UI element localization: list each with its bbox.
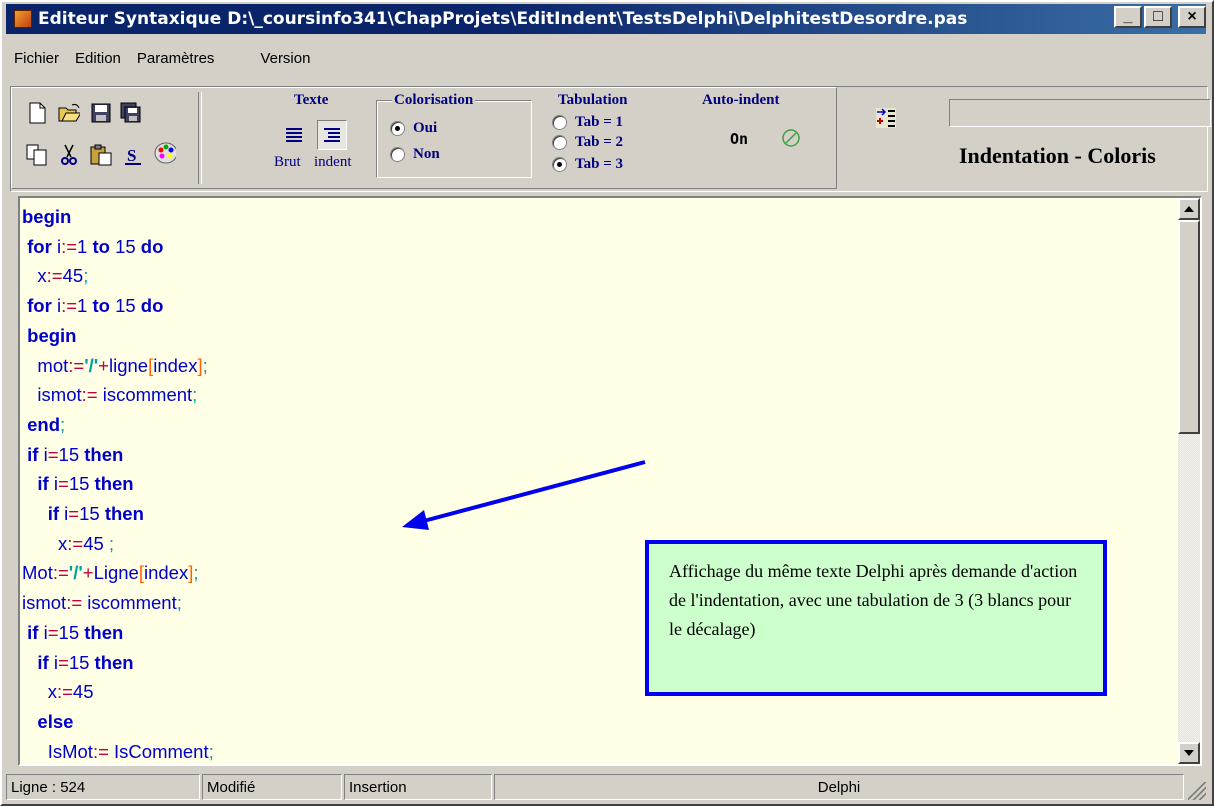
- info-field[interactable]: [949, 99, 1211, 127]
- copy-icon[interactable]: [26, 144, 48, 166]
- tabulation-label: Tabulation: [558, 92, 628, 108]
- code-line: if i=15 then: [37, 651, 134, 673]
- open-folder-icon[interactable]: [58, 102, 80, 124]
- code-line: x:=45;: [37, 265, 89, 287]
- code-line: if i=15 then: [27, 621, 124, 643]
- new-file-icon[interactable]: [26, 102, 48, 124]
- brut-label: Brut: [274, 154, 301, 170]
- window-title: Editeur Syntaxique D:\_coursinfo341\Chap…: [38, 9, 968, 29]
- indent-button[interactable]: [317, 120, 347, 150]
- scroll-down-button[interactable]: [1178, 742, 1200, 764]
- status-modified: Modifié: [202, 774, 342, 800]
- close-button[interactable]: ×: [1178, 6, 1206, 28]
- app-window: Editeur Syntaxique D:\_coursinfo341\Chap…: [0, 0, 1214, 806]
- tab-1-radio[interactable]: Tab = 1: [552, 114, 623, 131]
- title-bar[interactable]: Editeur Syntaxique D:\_coursinfo341\Chap…: [6, 4, 1206, 34]
- menu-bar: Fichier Edition Paramètres Version: [6, 36, 318, 80]
- strikethrough-s-icon[interactable]: S: [122, 144, 144, 166]
- callout-arrow-icon: [402, 460, 646, 530]
- code-line: ismot:= iscomment;: [22, 592, 182, 614]
- radio-oui-indicator: [390, 121, 405, 136]
- separator: [198, 92, 202, 184]
- radio-tab2-indicator: [552, 135, 567, 150]
- status-language: Delphi: [494, 774, 1184, 800]
- texte-label: Texte: [294, 92, 329, 108]
- align-brut-icon: [286, 128, 302, 142]
- tab-3-radio[interactable]: Tab = 3: [552, 156, 623, 173]
- indent-label: indent: [314, 154, 352, 170]
- code-line: IsMot:= IsComment;: [47, 740, 214, 762]
- minimize-button[interactable]: _: [1114, 6, 1142, 28]
- code-line: end;: [27, 413, 66, 435]
- menu-version[interactable]: Version: [252, 50, 318, 67]
- code-line: begin: [27, 324, 77, 346]
- code-line: begin: [22, 206, 72, 227]
- menu-edition[interactable]: Edition: [67, 50, 129, 67]
- resize-grip-icon[interactable]: [1188, 782, 1206, 800]
- radio-non-indicator: [390, 147, 405, 162]
- toolbar: S Texte Brut indent Colorisation Oui Non…: [10, 86, 1211, 192]
- status-mode: Insertion: [344, 774, 492, 800]
- colorisation-non-radio[interactable]: Non: [390, 146, 440, 163]
- code-line: for i:=1 to 15 do: [27, 235, 164, 257]
- save-icon[interactable]: [90, 102, 112, 124]
- code-text[interactable]: begin for i:=1 to 15 do x:=45; for i:=1 …: [22, 202, 214, 764]
- colorisation-frame: [376, 100, 532, 178]
- radio-tab1-indicator: [552, 115, 567, 130]
- colorisation-oui-radio[interactable]: Oui: [390, 120, 437, 137]
- arrow-down-icon: [1184, 750, 1194, 756]
- code-line: mot:='/'+ligne[index];: [37, 354, 208, 376]
- align-indent-icon: [324, 128, 340, 142]
- code-line: if i=15 then: [37, 473, 134, 495]
- scroll-thumb[interactable]: [1178, 220, 1200, 434]
- radio-tab3-indicator: [552, 157, 567, 172]
- svg-text:S: S: [127, 146, 136, 165]
- radio-non-label: Non: [413, 146, 440, 162]
- close-icon: ×: [1187, 8, 1197, 25]
- code-line: for i:=1 to 15 do: [27, 295, 164, 317]
- indent-action-icon[interactable]: [875, 107, 897, 129]
- autoindent-state: On: [730, 130, 749, 148]
- colorisation-label: Colorisation: [392, 92, 476, 109]
- autoindent-toggle-icon[interactable]: [780, 127, 802, 149]
- radio-tab2-label: Tab = 2: [575, 134, 624, 150]
- menu-fichier[interactable]: Fichier: [6, 50, 67, 67]
- radio-oui-label: Oui: [413, 120, 438, 136]
- cut-icon[interactable]: [58, 144, 80, 166]
- autoindent-label: Auto-indent: [702, 92, 780, 108]
- radio-tab1-label: Tab = 1: [575, 114, 624, 130]
- radio-tab3-label: Tab = 3: [575, 156, 624, 172]
- right-panel: Indentation - Coloris: [841, 87, 1211, 189]
- code-line: x:=45: [47, 681, 94, 703]
- app-icon: [14, 10, 32, 28]
- code-line: x:=45 ;: [57, 532, 115, 554]
- scroll-up-button[interactable]: [1178, 198, 1200, 220]
- tool-panel: S Texte Brut indent Colorisation Oui Non…: [11, 87, 837, 189]
- code-line: if i=15 then: [47, 503, 144, 525]
- save-all-icon[interactable]: [120, 102, 142, 124]
- indentation-title: Indentation - Coloris: [959, 143, 1156, 168]
- tab-2-radio[interactable]: Tab = 2: [552, 134, 623, 151]
- palette-icon[interactable]: [154, 142, 176, 164]
- minimize-icon: _: [1123, 8, 1133, 25]
- code-line: ismot:= iscomment;: [37, 384, 198, 406]
- annotation-callout: Affichage du même texte Delphi après dem…: [645, 540, 1107, 696]
- maximize-icon: □: [1153, 8, 1163, 25]
- menu-parametres[interactable]: Paramètres: [129, 50, 223, 67]
- code-line: else: [37, 710, 74, 732]
- code-editor[interactable]: begin for i:=1 to 15 do x:=45; for i:=1 …: [18, 196, 1202, 766]
- status-bar: Ligne : 524 Modifié Insertion Delphi: [6, 772, 1208, 802]
- brut-button[interactable]: [279, 120, 309, 150]
- code-line: if i=15 then: [27, 443, 124, 465]
- window-controls: _ □ ×: [1114, 6, 1206, 28]
- maximize-button[interactable]: □: [1144, 6, 1172, 28]
- status-line: Ligne : 524: [6, 774, 200, 800]
- vertical-scrollbar[interactable]: [1178, 198, 1200, 764]
- code-line: Mot:='/'+Ligne[index];: [22, 562, 199, 584]
- arrow-up-icon: [1184, 206, 1194, 212]
- paste-icon[interactable]: [90, 144, 112, 166]
